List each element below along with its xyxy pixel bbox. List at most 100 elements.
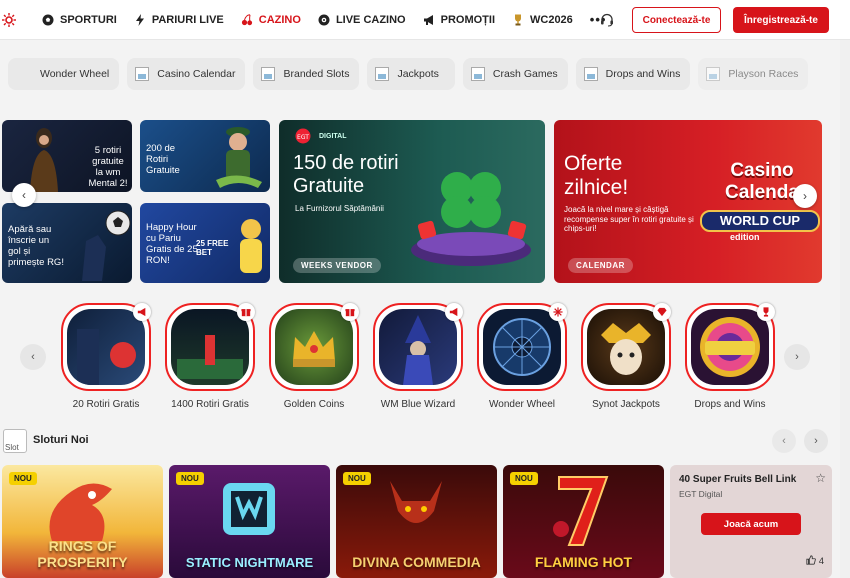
section-next-arrow[interactable]: › bbox=[804, 429, 828, 453]
chip-drops-and-wins[interactable]: Drops and Wins bbox=[575, 58, 691, 90]
story-image bbox=[587, 309, 665, 385]
chip-label: Crash Games bbox=[492, 68, 558, 80]
banner-prev-arrow[interactable]: ‹ bbox=[12, 183, 36, 207]
chip-jackpots[interactable]: Jackpots bbox=[367, 58, 455, 90]
promo-banner-gol[interactable]: Apără sau înscrie un gol și primește RG! bbox=[2, 203, 132, 283]
nav-label: WC2026 bbox=[530, 13, 573, 26]
new-badge: NOU bbox=[176, 472, 204, 485]
promo-banner-150-rotiri[interactable]: EGT DIGITAL 150 de rotiri Gratuite La Fu… bbox=[279, 120, 545, 283]
soccer-ball-icon bbox=[42, 14, 54, 25]
story-label: Drops and Wins bbox=[694, 399, 766, 410]
lightning-icon bbox=[135, 13, 144, 26]
likes-value: 4 bbox=[818, 556, 824, 567]
story-label: Golden Coins bbox=[283, 399, 345, 410]
trophy-icon bbox=[757, 303, 775, 321]
page-scrollbar[interactable] bbox=[840, 40, 850, 578]
promo-banner-oferte-zilnice[interactable]: Oferte zilnice! Joacă la nivel mare și c… bbox=[554, 120, 822, 283]
broken-image-icon bbox=[375, 67, 390, 81]
slot-section-icon: Slot bbox=[3, 429, 27, 453]
nav-item-cazino[interactable]: CAZINO bbox=[241, 14, 301, 26]
story-wonder-wheel[interactable] bbox=[477, 303, 567, 391]
story-label: WM Blue Wizard bbox=[380, 399, 456, 410]
promo-banner-happy-hour[interactable]: Happy Hour cu Pariu Gratis de 25 RON! 25… bbox=[140, 203, 270, 283]
featured-game-provider: EGT Digital bbox=[679, 489, 723, 499]
banner-title: 150 de rotiri Gratuite bbox=[293, 152, 399, 197]
free-bet-badge: 25 FREE BET bbox=[196, 239, 229, 258]
story-image bbox=[691, 309, 769, 385]
game-tile-static-nightmare[interactable]: NOU STATIC NIGHTMARE bbox=[169, 465, 330, 578]
story-image bbox=[379, 309, 457, 385]
story-1400-rotiri[interactable] bbox=[165, 303, 255, 391]
banner-text: 200 de Rotiri Gratuite bbox=[146, 143, 180, 176]
world-cup-label: WORLD CUP bbox=[700, 210, 820, 232]
promo-banner-mental[interactable]: 5 rotiri gratuite la wm Mental 2! bbox=[2, 120, 132, 192]
story-label: Wonder Wheel bbox=[489, 399, 555, 410]
diamond-icon bbox=[653, 303, 671, 321]
nav-item-live-cazino[interactable]: LIVE CAZINO bbox=[318, 14, 406, 26]
new-badge: NOU bbox=[343, 472, 371, 485]
thumbs-up-icon bbox=[806, 555, 816, 565]
nav-label: SPORTURI bbox=[60, 13, 117, 26]
story-label: 1400 Rotiri Gratis bbox=[171, 399, 249, 410]
story-label: 20 Rotiri Gratis bbox=[72, 399, 140, 410]
devil-icon bbox=[390, 481, 442, 523]
chip-casino-calendar[interactable]: Casino Calendar bbox=[127, 58, 246, 90]
goalkeeper-icon bbox=[82, 210, 131, 281]
game-tile-divina-commedia[interactable]: NOU DIVINA COMMEDIA bbox=[336, 465, 497, 578]
nav-item-promotii[interactable]: PROMOȚII bbox=[423, 14, 495, 26]
new-badge: NOU bbox=[510, 472, 538, 485]
broken-image-icon bbox=[583, 67, 598, 81]
story-image bbox=[483, 309, 561, 385]
nav-label: PARIURI LIVE bbox=[151, 13, 224, 26]
fisherman-icon bbox=[216, 127, 262, 188]
sun-logo-icon[interactable] bbox=[2, 12, 16, 27]
chip-branded-slots[interactable]: Branded Slots bbox=[253, 58, 360, 90]
game-tile-flaming-hot[interactable]: NOU FLAMING HOT bbox=[503, 465, 664, 578]
nav-item-pariuri-live[interactable]: PARIURI LIVE bbox=[134, 13, 224, 26]
banner-text: Apără sau înscrie un gol și primește RG! bbox=[8, 224, 64, 268]
play-now-button[interactable]: Joacă acum bbox=[701, 513, 801, 535]
story-synot-jackpots[interactable] bbox=[581, 303, 671, 391]
section-prev-arrow[interactable]: ‹ bbox=[772, 429, 796, 453]
gift-icon bbox=[341, 303, 359, 321]
stories-next-arrow[interactable]: › bbox=[784, 344, 810, 370]
favorite-star-icon[interactable]: ☆ bbox=[815, 471, 826, 485]
chip-label: Playson Races bbox=[728, 68, 799, 80]
likes-count[interactable]: 4 bbox=[806, 555, 824, 567]
section-title: Sloturi Noi bbox=[33, 434, 89, 446]
character-figure-icon bbox=[30, 128, 58, 192]
chip-label: Drops and Wins bbox=[605, 68, 681, 80]
stories-prev-arrow[interactable]: ‹ bbox=[20, 344, 46, 370]
login-button[interactable]: Conectează-te bbox=[632, 7, 721, 33]
headset-support-icon[interactable] bbox=[600, 13, 614, 27]
story-label: Synot Jackpots bbox=[592, 399, 660, 410]
banner-text: 5 rotiri gratuite la wm Mental 2! bbox=[88, 145, 128, 189]
story-wm-blue-wizard[interactable] bbox=[373, 303, 463, 391]
broken-image-icon bbox=[470, 67, 485, 81]
banner-subtitle: La Furnizorul Săptămânii bbox=[295, 204, 384, 213]
nav-item-wc2026[interactable]: WC2026 bbox=[512, 14, 573, 26]
chip-crash-games[interactable]: Crash Games bbox=[462, 58, 568, 90]
story-golden-coins[interactable] bbox=[269, 303, 359, 391]
game-title: STATIC NIGHTMARE bbox=[185, 555, 314, 570]
calendar-pill[interactable]: CALENDAR bbox=[568, 258, 633, 273]
top-navigation: SPORTURI PARIURI LIVE CAZINO LIVE CAZINO… bbox=[0, 0, 850, 40]
chip-wonder-wheel[interactable]: Wonder Wheel bbox=[8, 58, 120, 90]
game-tile-rings-of-prosperity[interactable]: NOU RINGS OF PROSPERITY bbox=[2, 465, 163, 578]
story-20-rotiri[interactable] bbox=[61, 303, 151, 391]
banner-next-arrow[interactable]: › bbox=[793, 184, 817, 208]
story-image bbox=[171, 309, 249, 385]
mascot-icon bbox=[240, 219, 262, 273]
promo-banner-200-rotiri[interactable]: 200 de Rotiri Gratuite bbox=[140, 120, 270, 192]
chip-playson-races[interactable]: Playson Races bbox=[698, 58, 809, 90]
egt-logo-icon: EGT bbox=[295, 128, 311, 144]
broken-image-icon bbox=[261, 67, 276, 81]
nav-item-sporturi[interactable]: SPORTURI bbox=[42, 14, 117, 26]
story-drops-and-wins[interactable] bbox=[685, 303, 775, 391]
weeks-vendor-pill[interactable]: WEEKS VENDOR bbox=[293, 258, 381, 273]
game-title: FLAMING HOT bbox=[534, 554, 633, 570]
edition-label: edition bbox=[730, 232, 760, 242]
featured-game-card[interactable]: 40 Super Fruits Bell Link ☆ EGT Digital … bbox=[670, 465, 832, 578]
nav-label: CAZINO bbox=[258, 13, 301, 26]
register-button[interactable]: Înregistrează-te bbox=[733, 7, 829, 33]
